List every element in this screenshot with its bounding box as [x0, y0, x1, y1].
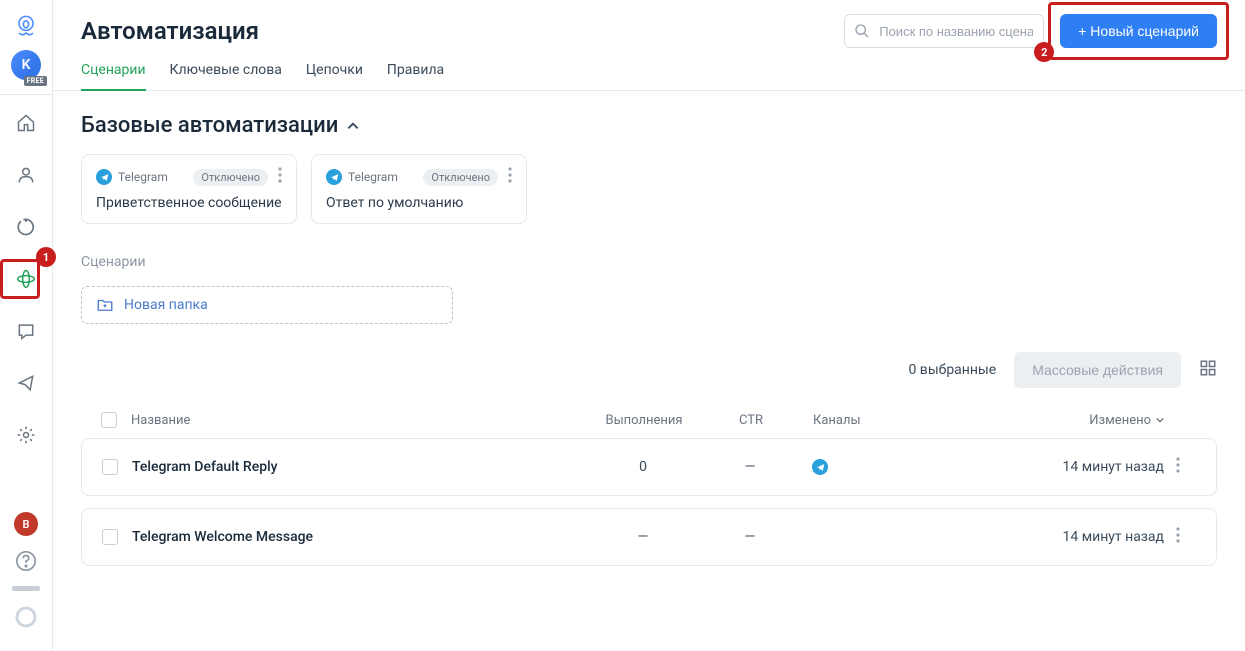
- sidebar: K FREE 1 В: [0, 0, 53, 651]
- divider: [0, 94, 52, 95]
- telegram-icon: [812, 459, 828, 475]
- basic-cards: Telegram Отключено Приветственное сообще…: [81, 154, 1217, 224]
- user-avatar[interactable]: В: [14, 512, 38, 536]
- card-title: Приветственное сообщение: [96, 195, 282, 211]
- nav-home[interactable]: [10, 107, 42, 139]
- row-name: Telegram Default Reply: [132, 459, 586, 475]
- row-menu[interactable]: [1176, 527, 1196, 547]
- main: Автоматизация 2 + Новый сценарий Сценари…: [53, 0, 1245, 651]
- new-folder-button[interactable]: Новая папка: [81, 286, 453, 324]
- content: Базовые автоматизации Telegram Отключено…: [53, 91, 1245, 651]
- tab-sequences[interactable]: Цепочки: [306, 62, 363, 90]
- row-modified: 14 минут назад: [1014, 529, 1164, 545]
- row-menu[interactable]: [1176, 457, 1196, 477]
- selected-count: 0 выбранные: [908, 362, 996, 378]
- row-name: Telegram Welcome Message: [132, 529, 586, 545]
- table-header: Название Выполнения CTR Каналы Изменено: [81, 402, 1217, 438]
- annotation-1: 1: [43, 251, 49, 264]
- telegram-icon: [326, 169, 342, 185]
- sidebar-bottom: В: [0, 512, 52, 651]
- new-scenario-button[interactable]: + Новый сценарий: [1060, 14, 1217, 48]
- table-toolbar: 0 выбранные Массовые действия: [81, 352, 1217, 388]
- search-input[interactable]: [844, 14, 1044, 48]
- nav-broadcast[interactable]: [10, 367, 42, 399]
- chevron-up-icon: [346, 119, 360, 133]
- row-modified: 14 минут назад: [1014, 459, 1164, 475]
- bulk-actions-button[interactable]: Массовые действия: [1014, 352, 1181, 388]
- card-menu[interactable]: [278, 167, 282, 187]
- tab-scenarios[interactable]: Сценарии: [81, 62, 146, 90]
- col-ctr[interactable]: CTR: [701, 413, 801, 428]
- row-checkbox[interactable]: [102, 459, 118, 475]
- nav-livechat[interactable]: [10, 315, 42, 347]
- row-ctr: —: [700, 529, 800, 545]
- status-badge: Отключено: [423, 169, 498, 186]
- col-channels[interactable]: Каналы: [813, 413, 1003, 428]
- folder-plus-icon: [96, 296, 114, 314]
- row-exec: 0: [598, 459, 688, 475]
- header: Автоматизация 2 + Новый сценарий: [53, 0, 1245, 48]
- chevron-down-icon: [1155, 415, 1165, 425]
- tab-rules[interactable]: Правила: [387, 62, 444, 90]
- card-default-reply[interactable]: Telegram Отключено Ответ по умолчанию: [311, 154, 527, 224]
- table-row[interactable]: Telegram Default Reply 0 — 14 минут наза…: [81, 438, 1217, 496]
- telegram-icon: [96, 169, 112, 185]
- loader-icon: [14, 605, 38, 629]
- card-menu[interactable]: [508, 167, 512, 187]
- status-badge: Отключено: [193, 169, 268, 186]
- view-toggle[interactable]: [1199, 359, 1217, 381]
- nav-contacts[interactable]: [10, 159, 42, 191]
- col-name[interactable]: Название: [131, 413, 587, 428]
- scenarios-label: Сценарии: [81, 254, 1217, 270]
- select-all-checkbox[interactable]: [101, 412, 117, 428]
- col-modified[interactable]: Изменено: [1015, 413, 1165, 428]
- tabs: Сценарии Ключевые слова Цепочки Правила: [53, 48, 1245, 91]
- row-checkbox[interactable]: [102, 529, 118, 545]
- card-channel: Telegram: [118, 170, 168, 184]
- nav-settings[interactable]: [10, 419, 42, 451]
- row-ctr: —: [700, 459, 800, 475]
- card-title: Ответ по умолчанию: [326, 195, 512, 211]
- scrollbar[interactable]: [12, 586, 40, 591]
- logo-icon: [12, 12, 40, 40]
- section-title-basic[interactable]: Базовые автоматизации: [81, 113, 1217, 138]
- tab-keywords[interactable]: Ключевые слова: [170, 62, 282, 90]
- nav-automation[interactable]: 1: [10, 263, 42, 295]
- avatar-letter: K: [22, 57, 31, 73]
- nav: 1: [0, 107, 52, 451]
- search-icon: [854, 23, 870, 39]
- col-exec[interactable]: Выполнения: [599, 413, 689, 428]
- card-channel: Telegram: [348, 170, 398, 184]
- plan-badge: FREE: [24, 76, 47, 86]
- workspace-avatar[interactable]: K FREE: [11, 50, 41, 80]
- help-icon[interactable]: [15, 550, 37, 572]
- table-row[interactable]: Telegram Welcome Message — — 14 минут на…: [81, 508, 1217, 566]
- nav-growth[interactable]: [10, 211, 42, 243]
- card-welcome[interactable]: Telegram Отключено Приветственное сообще…: [81, 154, 297, 224]
- page-title: Автоматизация: [81, 17, 828, 45]
- search-box: 2: [844, 14, 1044, 48]
- row-exec: —: [598, 529, 688, 545]
